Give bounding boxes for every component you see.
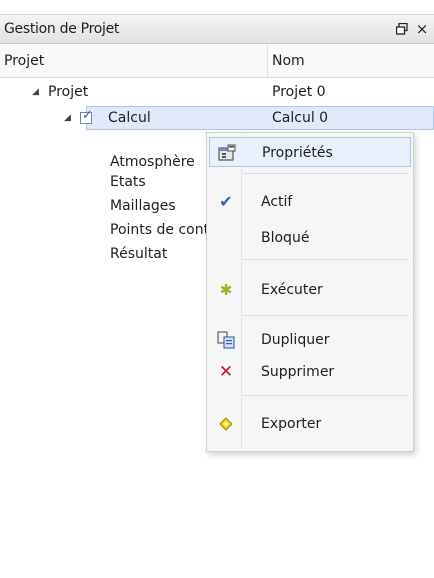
tree-item-label: Calcul: [108, 110, 151, 126]
menu-item-label: Bloqué: [261, 230, 310, 246]
column-separator[interactable]: [267, 44, 268, 78]
menu-item-label: Exporter: [261, 416, 322, 432]
menu-item-label: Supprimer: [261, 364, 335, 380]
calcul-checkbox[interactable]: ✓: [80, 108, 93, 124]
menu-item-label: Dupliquer: [261, 332, 330, 348]
properties-icon: [216, 142, 238, 164]
menu-item-supprimer[interactable]: ✕ Supprimer: [209, 357, 411, 387]
collapse-arrow-icon[interactable]: ◢: [64, 106, 71, 130]
tree-item-value: Calcul 0: [272, 110, 329, 126]
tree-item-label: Résultat: [110, 246, 168, 262]
checkmark-icon: ✓: [82, 108, 93, 123]
menu-separator: [243, 315, 409, 316]
tree-row-calcul[interactable]: ◢ ✓ Calcul Calcul 0: [0, 106, 434, 130]
tree-item-label: Etats: [110, 174, 146, 190]
tree-item-value: Projet 0: [272, 84, 326, 100]
context-menu: Propriétés ✔ Actif Bloqué ✱ Exécuter Dup…: [206, 132, 414, 452]
menu-item-actif[interactable]: ✔ Actif: [209, 187, 411, 217]
duplicate-icon: [215, 329, 237, 351]
tree-item-label: Maillages: [110, 198, 176, 214]
collapse-arrow-icon[interactable]: ◢: [32, 80, 39, 104]
float-window-button[interactable]: [394, 19, 410, 40]
export-icon: [215, 413, 237, 435]
tree-item-label: Projet: [48, 84, 89, 100]
execute-icon: ✱: [219, 281, 233, 299]
column-header-nom[interactable]: Nom: [272, 53, 305, 69]
menu-item-dupliquer[interactable]: Dupliquer: [209, 325, 411, 355]
menu-item-proprietes[interactable]: Propriétés: [209, 137, 411, 167]
tree-header: Projet Nom: [0, 44, 434, 78]
menu-separator: [243, 395, 409, 396]
close-panel-button[interactable]: ×: [414, 19, 430, 39]
checkmark-icon: ✔: [219, 192, 233, 211]
tree-row-projet[interactable]: ◢ Projet Projet 0: [0, 80, 434, 104]
menu-item-label: Exécuter: [261, 282, 323, 298]
column-header-projet[interactable]: Projet: [4, 53, 44, 69]
menu-separator: [243, 259, 409, 260]
delete-icon: ✕: [218, 362, 234, 382]
menu-item-label: Propriétés: [262, 145, 333, 161]
panel-title: Gestion de Projet: [4, 21, 120, 37]
menu-separator: [243, 173, 409, 174]
float-window-icon: [395, 22, 408, 35]
menu-item-bloque[interactable]: Bloqué: [209, 223, 411, 253]
menu-item-label: Actif: [261, 194, 293, 210]
menu-item-executer[interactable]: ✱ Exécuter: [209, 275, 411, 305]
panel-title-bar: Gestion de Projet ×: [0, 14, 434, 44]
menu-item-exporter[interactable]: Exporter: [209, 409, 411, 439]
